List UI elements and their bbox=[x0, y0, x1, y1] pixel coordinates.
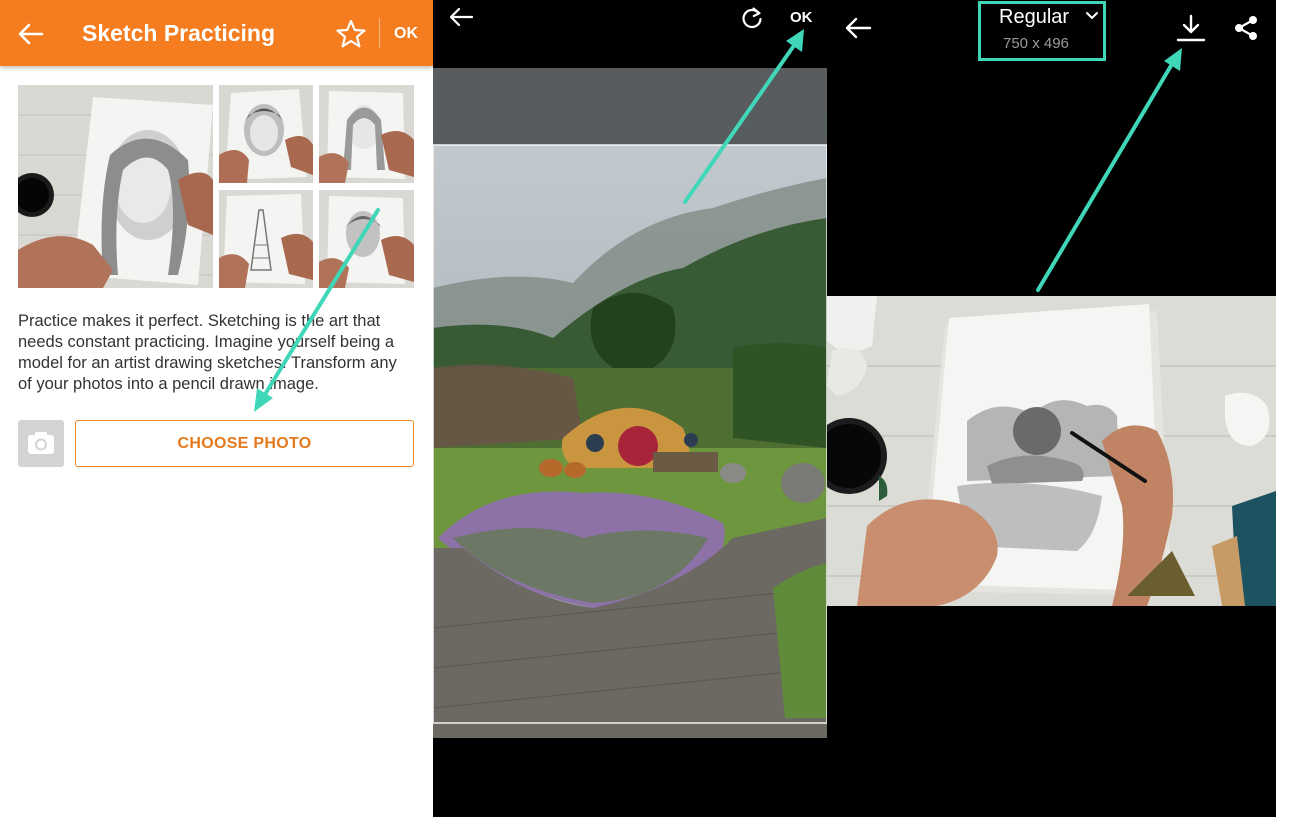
ok-button[interactable]: OK bbox=[394, 25, 418, 43]
result-preview-screen: Regular 750 x 496 bbox=[827, 0, 1276, 817]
photo-crop-image[interactable] bbox=[433, 68, 827, 738]
share-icon[interactable] bbox=[1232, 14, 1260, 42]
back-arrow-icon[interactable] bbox=[447, 4, 475, 30]
toolbar-divider bbox=[379, 18, 380, 48]
download-icon[interactable] bbox=[1175, 12, 1207, 44]
star-icon[interactable] bbox=[335, 18, 367, 50]
sample-sketch-3[interactable] bbox=[319, 85, 414, 183]
ok-button[interactable]: OK bbox=[790, 9, 813, 26]
app-bar: Sketch Practicing OK bbox=[0, 0, 433, 66]
sample-sketch-large[interactable] bbox=[18, 85, 213, 288]
page-title: Sketch Practicing bbox=[82, 20, 276, 46]
size-selector[interactable]: Regular bbox=[999, 6, 1069, 29]
back-arrow-icon[interactable] bbox=[16, 19, 46, 49]
sample-sketch-5-image bbox=[319, 190, 414, 288]
sketch-practicing-screen: Sketch Practicing OK Practice makes it p… bbox=[0, 0, 433, 817]
sketch-result-image bbox=[827, 296, 1276, 606]
camera-button[interactable] bbox=[18, 420, 64, 467]
sample-sketch-3-image bbox=[319, 85, 414, 183]
sample-sketch-5[interactable] bbox=[319, 190, 414, 288]
sample-sketch-4[interactable] bbox=[219, 190, 313, 288]
chevron-down-icon[interactable] bbox=[1085, 10, 1099, 22]
sample-sketch-2[interactable] bbox=[219, 85, 313, 183]
sample-sketch-4-image bbox=[219, 190, 313, 288]
description-text: Practice makes it perfect. Sketching is … bbox=[18, 312, 397, 393]
sample-sketch-large-image bbox=[18, 85, 213, 288]
page-margin bbox=[1276, 0, 1300, 817]
sample-sketch-2-image bbox=[219, 85, 313, 183]
image-dimensions: 750 x 496 bbox=[1003, 35, 1069, 52]
photo-crop-screen: OK bbox=[433, 0, 827, 817]
back-arrow-icon[interactable] bbox=[843, 14, 873, 42]
choose-photo-button[interactable]: CHOOSE PHOTO bbox=[75, 420, 414, 467]
rotate-icon[interactable] bbox=[739, 5, 765, 31]
camera-icon bbox=[28, 432, 54, 454]
